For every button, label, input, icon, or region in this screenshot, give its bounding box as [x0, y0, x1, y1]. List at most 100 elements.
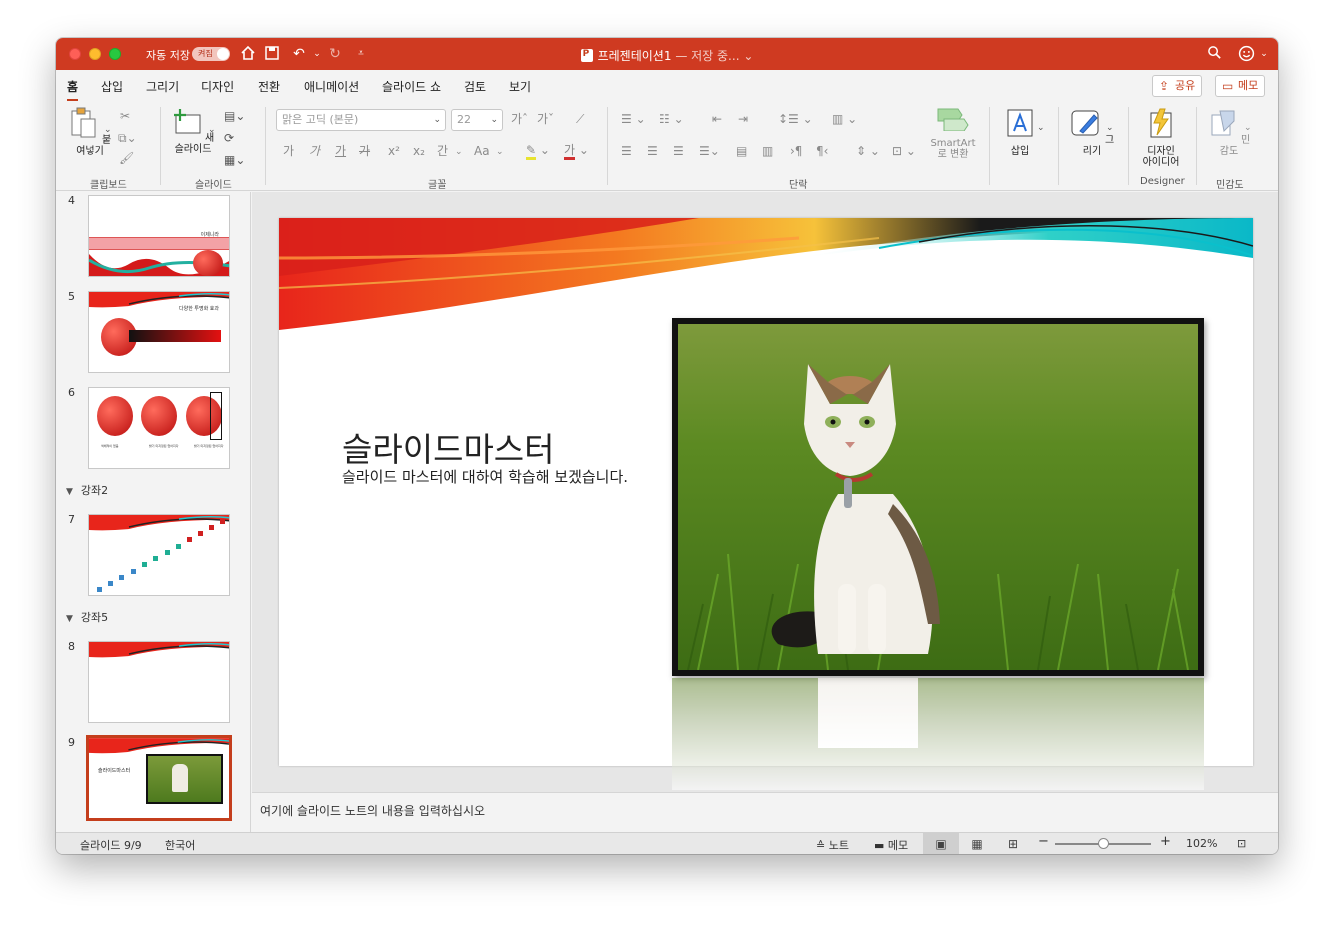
zoom-level[interactable]: 102%	[1186, 837, 1217, 850]
font-grow-icon[interactable]: 가ˆ	[511, 112, 528, 126]
copy-icon[interactable]: ⧉⌄	[118, 131, 137, 145]
slide-number: 5	[68, 290, 75, 303]
slide-thumbnail-6[interactable]: 색채적이 없음 밝기 미지정된 없어지다 밝기 미지정된 없어지다	[88, 387, 230, 469]
tab-animations[interactable]: 애니메이션	[304, 78, 359, 95]
new-slide-icon	[173, 109, 201, 134]
distributed-icon[interactable]: ▤	[736, 144, 747, 158]
slide-number: 8	[68, 640, 75, 653]
tab-transitions[interactable]: 전환	[258, 78, 280, 95]
reading-view-button[interactable]: ⊞	[995, 833, 1031, 854]
change-case-icon[interactable]: Aa	[474, 144, 490, 158]
comments-toggle[interactable]: ▬ 메모	[874, 837, 908, 853]
ribbon-tabs: 홈 삽입 그리기 디자인 전환 애니메이션 슬라이드 쇼 검토 보기 ⇪ 공유 ▭…	[56, 70, 1278, 102]
rtl-icon[interactable]: ¶‹	[816, 144, 828, 158]
zoom-slider-knob[interactable]	[1098, 838, 1109, 849]
strikethrough-icon[interactable]: 가	[359, 144, 370, 158]
subscript-icon[interactable]: x₂	[413, 144, 425, 158]
new-slide-chevron-icon[interactable]: ⌄	[208, 123, 216, 137]
fit-to-window-icon[interactable]: ⊡	[1237, 837, 1246, 850]
title-bar: 자동 저장 켜짐 ↶ ⌄ ↻ ⩡ 프레젠테이션1 — 저장 중... ⌄ ⌄	[56, 38, 1278, 70]
notes-placeholder[interactable]: 여기에 슬라이드 노트의 내용을 입력하십시오	[260, 802, 485, 819]
slide-subtitle[interactable]: 슬라이드 마스터에 대하여 학습해 보겠습니다.	[342, 469, 658, 485]
tab-review[interactable]: 검토	[464, 78, 486, 95]
align-left-icon[interactable]: ☰	[621, 144, 632, 158]
bullets-icon[interactable]: ☰ ⌄	[621, 112, 646, 126]
feedback-smiley-icon[interactable]	[1237, 45, 1255, 63]
font-color-icon[interactable]: 가 ⌄	[564, 143, 589, 160]
justify-icon[interactable]: ☰⌄	[699, 144, 720, 158]
font-shrink-icon[interactable]: 가ˇ	[537, 112, 554, 126]
line-spacing-icon[interactable]: ↕☰ ⌄	[778, 112, 813, 126]
insert-textbox-button[interactable]: 삽입	[1000, 107, 1040, 157]
align-center-icon[interactable]: ☰	[647, 144, 658, 158]
tab-home[interactable]: 홈	[67, 78, 79, 102]
group-label-clipboard: 클립보드	[90, 180, 127, 191]
group-label-font: 글꼴	[428, 180, 447, 191]
numbering-icon[interactable]: ☷ ⌄	[659, 112, 684, 126]
collapse-triangle-icon[interactable]: ▼	[66, 487, 73, 497]
slide-number: 7	[68, 513, 75, 526]
font-name-select[interactable]: 맑은 고딕 (본문) ⌄	[276, 109, 446, 131]
comments-button[interactable]: ▭ 메모	[1215, 75, 1266, 97]
slide-editor[interactable]: 슬라이드마스터 슬라이드 마스터에 대하여 학습해 보겠습니다.	[252, 192, 1278, 792]
slide-thumbnail-5[interactable]: 다양한 투명화 효과	[88, 291, 230, 373]
search-icon[interactable]	[1205, 45, 1223, 63]
design-ideas-button[interactable]: 디자인 아이디어	[1136, 107, 1186, 168]
tab-view[interactable]: 보기	[509, 78, 531, 95]
slide-thumbnail-4[interactable]: 이제니라	[88, 195, 230, 277]
slide-thumbnail-7[interactable]	[88, 514, 230, 596]
slide-sorter-view-button[interactable]: ▦	[959, 833, 995, 854]
textbox-icon	[1007, 109, 1033, 137]
group-label-sensitivity: 민감도	[1216, 180, 1244, 191]
paste-dropdown-chevron-icon[interactable]: ⌄	[104, 123, 112, 137]
feedback-chevron-icon[interactable]: ⌄	[1255, 45, 1273, 63]
italic-icon[interactable]: 가	[309, 144, 320, 158]
vertical-align-icon[interactable]: ⇕ ⌄	[856, 144, 880, 158]
superscript-icon[interactable]: x²	[388, 144, 400, 158]
ltr-icon[interactable]: ›¶	[790, 144, 802, 158]
reset-icon[interactable]: ⟳	[224, 131, 234, 145]
zoom-slider[interactable]	[1055, 838, 1151, 849]
cat-photo[interactable]	[672, 318, 1204, 676]
tab-design[interactable]: 디자인	[201, 78, 234, 95]
section-header-course2[interactable]: ▼ 강좌2	[66, 482, 108, 498]
bold-icon[interactable]: 가	[283, 144, 294, 158]
increase-indent-icon[interactable]: ⇥	[738, 112, 748, 126]
highlight-icon[interactable]: ✎ ⌄	[526, 143, 550, 160]
underline-icon[interactable]: 가	[335, 144, 346, 158]
zoom-out-button[interactable]: −	[1038, 834, 1049, 849]
collapse-triangle-icon[interactable]: ▼	[66, 614, 73, 624]
section-header-course5[interactable]: ▼ 강좌5	[66, 609, 108, 625]
align-text-icon[interactable]: ⊡ ⌄	[892, 144, 916, 158]
font-size-select[interactable]: 22 ⌄	[451, 109, 503, 131]
character-spacing-icon[interactable]: 간	[437, 144, 448, 158]
smartart-button[interactable]: SmartArt 로 변환	[928, 107, 978, 160]
drawing-tool-icon	[1071, 110, 1099, 136]
tab-insert[interactable]: 삽입	[101, 78, 123, 95]
cat-in-grass-image	[678, 324, 1198, 670]
slide-thumbnail-8[interactable]	[88, 641, 230, 723]
tab-draw[interactable]: 그리기	[146, 78, 179, 95]
slide-thumbnail-9[interactable]: 슬라이드마스터	[86, 735, 232, 821]
text-direction-icon[interactable]: ▥	[762, 144, 773, 158]
decrease-indent-icon[interactable]: ⇤	[712, 112, 722, 126]
columns-icon[interactable]: ▥ ⌄	[832, 112, 857, 126]
notes-toggle[interactable]: ≙ 노트	[816, 837, 849, 853]
clear-formatting-icon[interactable]: ⟋	[576, 112, 584, 126]
format-painter-icon[interactable]: 🖌	[119, 151, 134, 165]
notes-pane[interactable]: 여기에 슬라이드 노트의 내용을 입력하십시오	[252, 792, 1278, 832]
zoom-in-button[interactable]: +	[1160, 834, 1171, 849]
cut-icon[interactable]: ✂	[120, 109, 130, 123]
language-indicator[interactable]: 한국어	[165, 837, 195, 853]
slide-sorter-icon: ▦	[971, 837, 983, 851]
slide-canvas[interactable]: 슬라이드마스터 슬라이드 마스터에 대하여 학습해 보겠습니다.	[279, 218, 1253, 790]
section-icon[interactable]: ▦⌄	[224, 153, 245, 167]
slide-thumbnail-pane[interactable]: 4 이제니라 5 다양한 투명화 효과 6 색채적이 없음 밝기 미지정된 없어…	[56, 192, 251, 832]
tab-slideshow[interactable]: 슬라이드 쇼	[382, 78, 441, 95]
document-title: 프레젠테이션1 — 저장 중... ⌄	[56, 47, 1278, 64]
layout-icon[interactable]: ▤⌄	[224, 109, 245, 123]
slide-title[interactable]: 슬라이드마스터	[342, 423, 555, 471]
normal-view-button[interactable]: ▣	[923, 833, 959, 854]
align-right-icon[interactable]: ☰	[673, 144, 684, 158]
share-button[interactable]: ⇪ 공유	[1152, 75, 1203, 97]
